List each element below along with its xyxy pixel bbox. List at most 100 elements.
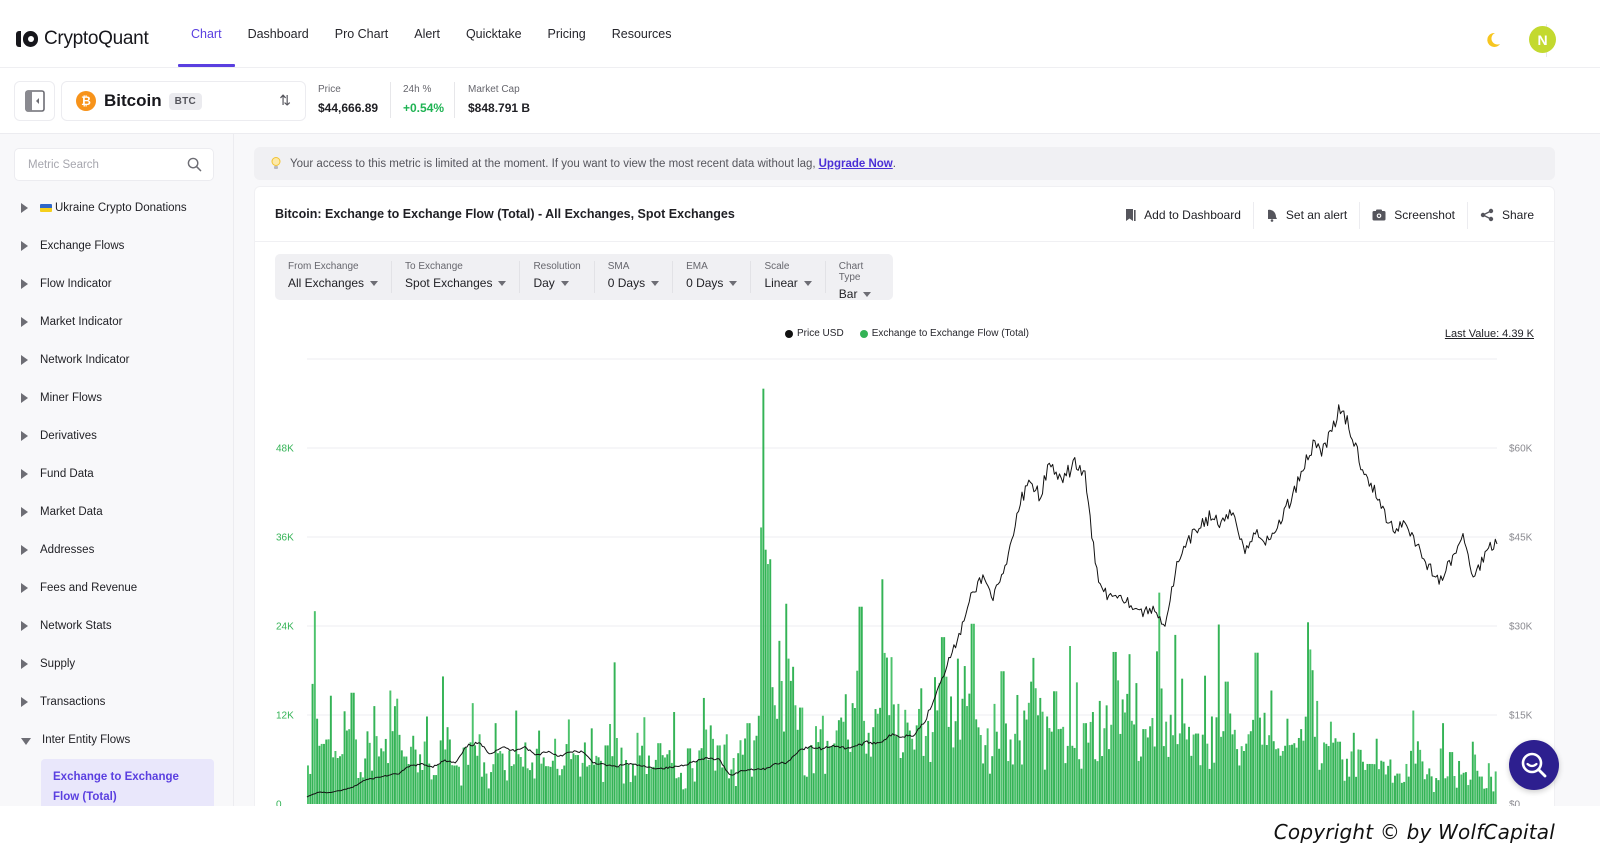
asset-name: Bitcoin	[104, 91, 162, 110]
menu-item-fund-data[interactable]: Fund Data	[0, 455, 233, 493]
footer: Copyright © by WolfCapital	[0, 806, 1600, 865]
action-label: Share	[1501, 208, 1534, 222]
filter-label: To Exchange	[405, 261, 463, 272]
filter-ema[interactable]: EMA 0 Days	[673, 261, 752, 293]
filter-value: Spot Exchanges	[405, 276, 506, 290]
menu-item-derivatives[interactable]: Derivatives	[0, 417, 233, 455]
menu-item-market-data[interactable]: Market Data	[0, 493, 233, 531]
search-icon[interactable]	[187, 157, 202, 172]
submenu-item-exchange-to-exchange-flow-total[interactable]: Exchange to Exchange Flow (Total)	[41, 759, 214, 806]
access-notice: Your access to this metric is limited at…	[254, 147, 1555, 180]
brand-name: CryptoQuant	[44, 28, 149, 49]
brand-logo[interactable]: CryptoQuant	[16, 28, 149, 50]
menu-label: Miner Flows	[40, 392, 102, 404]
menu-item-ukraine-crypto-donations[interactable]: Ukraine Crypto Donations	[0, 189, 233, 227]
legend-item-price-usd[interactable]: Price USD	[785, 328, 844, 339]
metric-search-input[interactable]	[28, 158, 178, 171]
menu-label: Flow Indicator	[40, 278, 112, 290]
add-to-dashboard-button[interactable]: Add to Dashboard	[1113, 201, 1253, 229]
logo-mark-icon	[16, 31, 38, 47]
legend-label: Exchange to Exchange Flow (Total)	[871, 328, 1029, 339]
nav-resources[interactable]: Resources	[599, 0, 685, 68]
top-navigation: CryptoQuant Chart Dashboard Pro Chart Al…	[0, 0, 1600, 68]
nav-quicktake[interactable]: Quicktake	[453, 0, 535, 68]
caret-down-icon	[21, 737, 31, 745]
chart-title: Bitcoin: Exchange to Exchange Flow (Tota…	[275, 207, 735, 221]
metric-search	[14, 148, 214, 181]
menu-label: Market Data	[40, 506, 103, 518]
menu-label: Market Indicator	[40, 316, 123, 328]
filter-sma[interactable]: SMA 0 Days	[595, 261, 674, 293]
moon-icon[interactable]	[1484, 31, 1502, 49]
menu-label: Transactions	[40, 696, 106, 708]
filter-scale[interactable]: Scale Linear	[751, 261, 826, 293]
filter-resolution[interactable]: Resolution Day	[520, 261, 595, 293]
menu-label: Exchange Flows	[40, 240, 125, 252]
search-assistant-button[interactable]	[1509, 740, 1559, 790]
price-label: Price	[318, 84, 341, 95]
lightbulb-icon	[271, 157, 281, 169]
menu-item-miner-flows[interactable]: Miner Flows	[0, 379, 233, 417]
menu-label: Network Indicator	[40, 354, 130, 366]
sidebar-collapse-icon	[24, 90, 45, 112]
main-nav: Chart Dashboard Pro Chart Alert Quicktak…	[178, 0, 685, 68]
upgrade-now-link[interactable]: Upgrade Now	[819, 158, 893, 170]
price-value: $44,666.89	[318, 101, 379, 115]
nav-dashboard[interactable]: Dashboard	[235, 0, 322, 68]
change-value: +0.54%	[403, 101, 445, 115]
filter-label: Resolution	[533, 261, 581, 272]
screenshot-button[interactable]: Screenshot	[1360, 201, 1467, 229]
menu-item-network-stats[interactable]: Network Stats	[0, 607, 233, 645]
asset-selector[interactable]: ₿ Bitcoin BTC ⇅	[61, 81, 306, 121]
menu-item-flow-indicator[interactable]: Flow Indicator	[0, 265, 233, 303]
caret-right-icon	[21, 583, 28, 593]
menu-label: Inter Entity Flows	[42, 734, 131, 746]
caret-right-icon	[21, 279, 28, 289]
user-avatar[interactable]: N	[1529, 26, 1556, 53]
menu-label: Supply	[40, 658, 76, 670]
bell-icon	[1267, 209, 1277, 222]
asset-symbol-badge: BTC	[168, 92, 203, 110]
menu-item-transactions[interactable]: Transactions	[0, 683, 233, 721]
menu-item-fees-and-revenue[interactable]: Fees and Revenue	[0, 569, 233, 607]
menu-item-supply[interactable]: Supply	[0, 645, 233, 683]
menu-label: Fund Data	[40, 468, 94, 480]
menu-item-network-indicator[interactable]: Network Indicator	[0, 341, 233, 379]
chart-legend: Price USD Exchange to Exchange Flow (Tot…	[785, 328, 1029, 339]
marketcap-stat: Market Cap $848.791 B	[468, 84, 530, 115]
menu-item-market-indicator[interactable]: Market Indicator	[0, 303, 233, 341]
menu-label: Addresses	[40, 544, 95, 556]
change-stat: 24h % +0.54%	[403, 84, 444, 115]
nav-pricing[interactable]: Pricing	[535, 0, 599, 68]
set-an-alert-button[interactable]: Set an alert	[1254, 201, 1359, 229]
caret-right-icon	[21, 697, 28, 707]
share-button[interactable]: Share	[1468, 201, 1534, 229]
filter-from-exchange[interactable]: From Exchange All Exchanges	[275, 261, 393, 293]
filter-label: Chart Type	[838, 261, 864, 283]
filter-chart-type[interactable]: Chart Type Bar	[826, 261, 893, 301]
main-content: Your access to this metric is limited at…	[234, 134, 1600, 826]
menu-item-addresses[interactable]: Addresses	[0, 531, 233, 569]
share-icon	[1480, 208, 1494, 222]
legend-item-exchange-flow[interactable]: Exchange to Exchange Flow (Total)	[859, 328, 1029, 339]
menu-item-inter-entity-flows[interactable]: Inter Entity Flows	[0, 721, 233, 759]
menu-item-exchange-flows[interactable]: Exchange Flows	[0, 227, 233, 265]
metric-sidebar: Ukraine Crypto Donations Exchange Flows …	[0, 134, 234, 806]
menu-label: Fees and Revenue	[40, 582, 138, 594]
caret-right-icon	[21, 355, 28, 365]
menu-label: Ukraine Crypto Donations	[55, 202, 187, 214]
magnifier-icon	[1521, 752, 1547, 778]
filter-label: From Exchange	[288, 261, 359, 272]
filter-value: Linear	[764, 276, 811, 290]
filter-to-exchange[interactable]: To Exchange Spot Exchanges	[392, 261, 521, 293]
caret-right-icon	[21, 393, 28, 403]
caret-right-icon	[21, 659, 28, 669]
nav-chart[interactable]: Chart	[178, 0, 235, 68]
camera-icon	[1372, 209, 1386, 221]
swap-arrows-icon[interactable]: ⇅	[279, 92, 291, 109]
legend-label: Price USD	[797, 328, 844, 339]
nav-pro-chart[interactable]: Pro Chart	[322, 0, 402, 68]
legend-dot-black	[785, 329, 793, 338]
sidebar-toggle-button[interactable]	[14, 81, 55, 121]
nav-alert[interactable]: Alert	[401, 0, 453, 68]
